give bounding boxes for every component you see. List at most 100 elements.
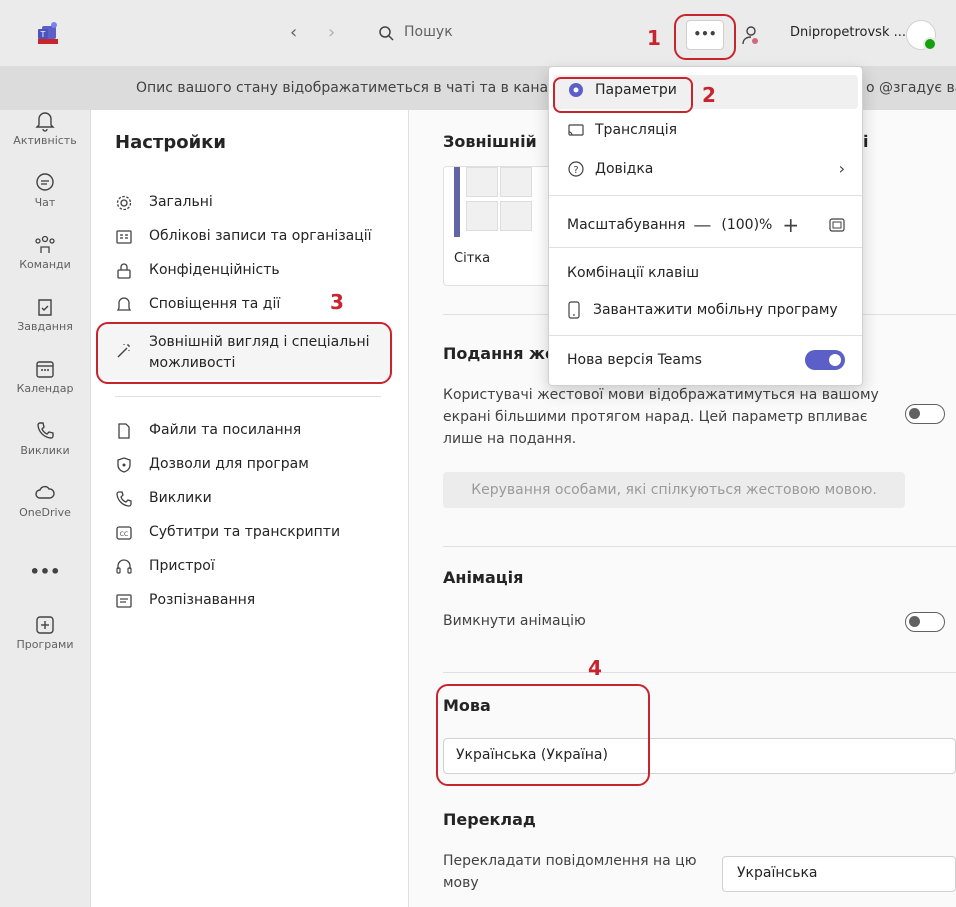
id-card-icon [116, 230, 132, 244]
gear-icon [116, 195, 132, 211]
search-box[interactable]: Пошук [370, 18, 666, 48]
nav-item-label: Файли та посилання [149, 422, 302, 438]
bell-icon [116, 297, 132, 311]
rail-item-label: Активність [13, 134, 77, 147]
nav-item-calls[interactable]: Виклики [115, 490, 212, 508]
nav-item-label: Дозволи для програм [149, 456, 309, 472]
menu-item-label: Завантажити мобільну програму [593, 302, 838, 318]
translation-label: Перекладати повідомлення на цю мову [443, 850, 697, 894]
forward-arrow-icon[interactable]: › [328, 22, 335, 43]
rail-item-activity[interactable]: Активність [0, 110, 90, 147]
chat-icon [36, 173, 54, 191]
manage-signers-button[interactable]: Керування особами, які спілкуються жесто… [443, 472, 905, 508]
menu-item-label: Трансляція [595, 122, 678, 138]
rail-item-label: OneDrive [19, 506, 71, 519]
rail-item-onedrive[interactable]: OneDrive [0, 482, 90, 519]
account-name[interactable]: Dnipropetrovsk ... [790, 25, 906, 40]
svg-text:?: ? [573, 165, 578, 176]
search-icon [379, 26, 394, 41]
nav-item-general[interactable]: Загальні [115, 194, 213, 212]
rail-item-apps[interactable]: Програми [0, 614, 90, 651]
rail-item-label: Календар [16, 382, 74, 395]
annotation-box-more [674, 14, 736, 60]
nav-item-app-permissions[interactable]: Дозволи для програм [115, 456, 309, 474]
nav-item-notifications[interactable]: Сповіщення та дії [115, 296, 280, 314]
zoom-out-button[interactable]: — [693, 215, 711, 236]
phone-icon [116, 491, 132, 507]
banner-text-right: о @згадує ва [866, 80, 956, 96]
menu-item-zoom: Масштабування — (100)% + [567, 213, 845, 237]
nav-item-files[interactable]: Файли та посилання [115, 422, 301, 440]
rail-item-label: Виклики [20, 444, 70, 457]
rail-item-tasks[interactable]: Завдання [0, 296, 90, 333]
avatar[interactable] [906, 20, 937, 51]
menu-item-new-teams: Нова версія Teams [567, 350, 845, 370]
menu-item-label: Комбінації клавіш [567, 265, 700, 281]
rail-item-calendar[interactable]: Календар [0, 358, 90, 395]
zoom-value: (100)% [721, 217, 773, 233]
zoom-in-button[interactable]: + [782, 213, 799, 237]
headset-icon [116, 559, 132, 574]
annotation-box-appearance [96, 322, 392, 384]
plus-square-icon [36, 616, 54, 634]
nav-item-label: Конфіденційність [149, 262, 280, 278]
grid-preview [444, 167, 554, 237]
phone-icon [37, 422, 54, 439]
nav-item-label: Загальні [149, 194, 213, 210]
file-icon [118, 423, 130, 439]
cast-icon [568, 124, 584, 136]
app-rail: Активність Чат Команди Завдання Календар… [0, 110, 91, 907]
sign-desc-line: лише на подання. [443, 431, 577, 447]
translation-language-select[interactable]: Українська [722, 856, 956, 892]
menu-item-help[interactable]: ? Довідка › [567, 159, 845, 178]
nav-item-recognition[interactable]: Розпізнавання [115, 592, 255, 610]
more-options-menu: Параметри Трансляція ? Довідка › Масштаб… [548, 66, 863, 386]
animation-title: Анімація [443, 568, 524, 587]
rail-item-label: Завдання [17, 320, 73, 333]
translation-title: Переклад [443, 810, 536, 829]
teams-logo-icon: T [36, 22, 60, 44]
settings-panel: Настройки Загальні Облікові записи та ор… [91, 110, 409, 907]
nav-item-accounts[interactable]: Облікові записи та організації [115, 228, 372, 246]
fullscreen-icon[interactable] [829, 218, 845, 232]
rail-item-chat[interactable]: Чат [0, 172, 90, 209]
menu-separator [549, 335, 862, 336]
back-arrow-icon[interactable]: ‹ [290, 22, 297, 43]
nav-item-label: Розпізнавання [149, 592, 256, 608]
layout-card-grid[interactable]: Сітка [443, 166, 555, 286]
appearance-title-tail: і [863, 132, 869, 151]
chevron-right-icon: › [838, 159, 845, 178]
nav-item-label: Сповіщення та дії [149, 296, 281, 312]
nav-item-devices[interactable]: Пристрої [115, 558, 215, 576]
divider [443, 672, 956, 673]
available-status-icon [923, 37, 937, 51]
nav-item-captions[interactable]: CC Субтитри та транскрипти [115, 524, 340, 542]
banner-text: Опис вашого стану відображатиметься в ча… [136, 80, 574, 96]
sign-desc-line: Користувачі жестової мови відображатимут… [443, 387, 879, 403]
animation-label: Вимкнути анімацію [443, 613, 586, 629]
new-teams-toggle[interactable] [805, 350, 845, 370]
shield-icon [117, 457, 131, 473]
menu-separator [549, 195, 862, 196]
sign-language-description: Користувачі жестової мови відображатимут… [443, 384, 893, 450]
sign-language-toggle[interactable] [905, 404, 945, 424]
rail-item-label: Чат [34, 196, 56, 209]
mobile-phone-icon [568, 301, 580, 319]
menu-separator [549, 247, 862, 248]
animation-toggle[interactable] [905, 612, 945, 632]
translation-label-line: Перекладати повідомлення на цю [443, 853, 697, 869]
menu-item-download-mobile[interactable]: Завантажити мобільну програму [567, 301, 838, 319]
teams-icon [35, 235, 55, 253]
menu-item-broadcast[interactable]: Трансляція [567, 121, 677, 139]
rail-more-button[interactable]: ••• [0, 562, 90, 581]
annotation-box-settings [553, 77, 693, 113]
menu-item-label: Нова версія Teams [567, 352, 702, 368]
rail-item-label: Програми [16, 638, 74, 651]
person-status-icon[interactable] [740, 24, 762, 50]
nav-item-privacy[interactable]: Конфіденційність [115, 262, 280, 280]
menu-item-shortcuts[interactable]: Комбінації клавіш [567, 265, 699, 281]
svg-text:T: T [40, 30, 46, 39]
rail-item-teams[interactable]: Команди [0, 234, 90, 271]
rail-item-calls[interactable]: Виклики [0, 420, 90, 457]
bell-icon [35, 112, 55, 132]
